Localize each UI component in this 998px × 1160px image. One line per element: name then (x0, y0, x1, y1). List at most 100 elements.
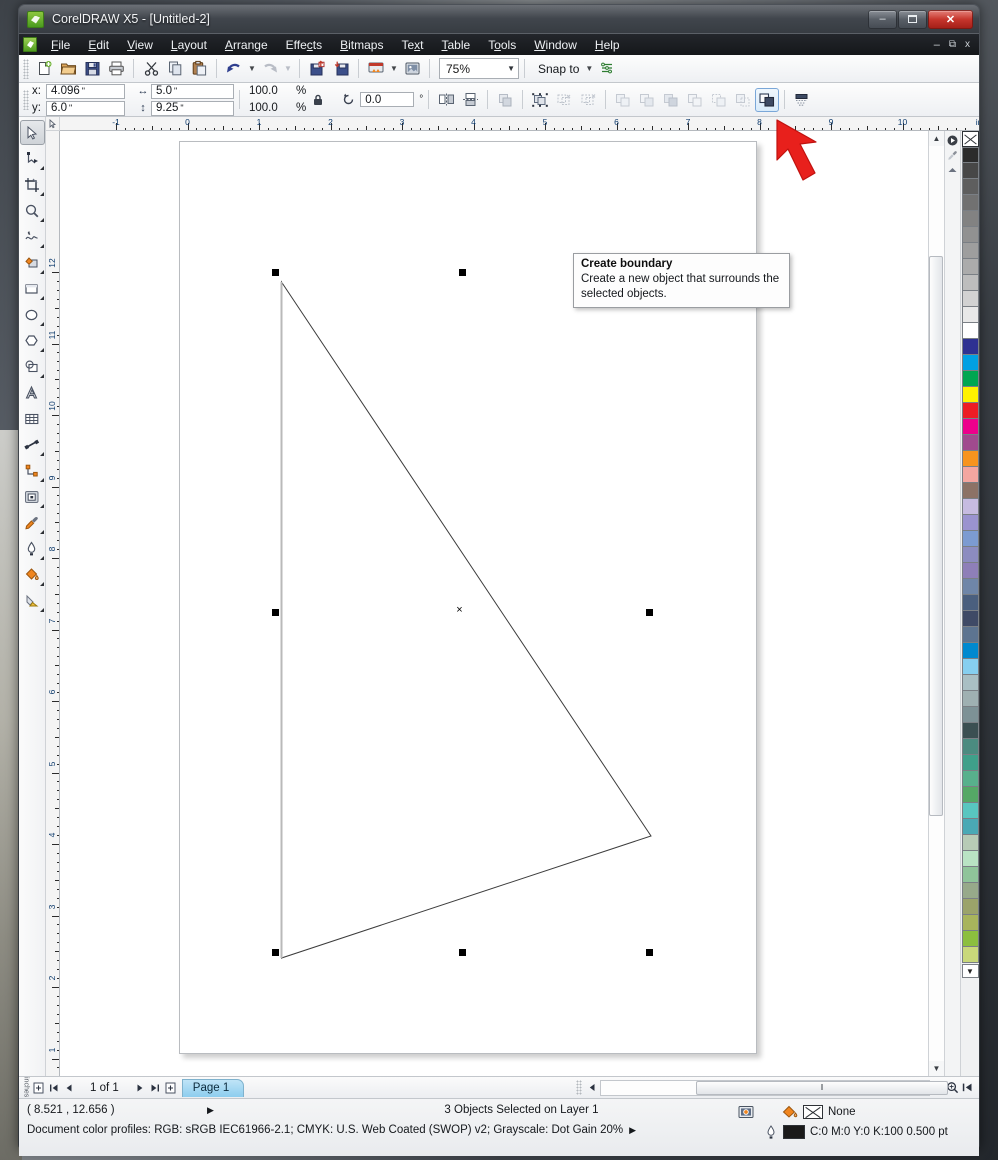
lock-ratio-icon[interactable] (306, 88, 330, 112)
fill-bucket-icon[interactable] (782, 1105, 798, 1120)
palette-swatch[interactable] (962, 211, 979, 227)
menu-item-layout[interactable]: Layout (162, 36, 216, 54)
menu-item-file[interactable]: File (42, 36, 79, 54)
add-page-before-button[interactable] (31, 1079, 46, 1097)
palette-swatch[interactable] (962, 675, 979, 691)
palette-swatch[interactable] (962, 659, 979, 675)
doc-minimize-button[interactable]: – (934, 39, 940, 51)
palette-swatch[interactable] (962, 611, 979, 627)
palette-swatch[interactable] (962, 851, 979, 867)
fill-color-swatch[interactable] (803, 1105, 823, 1119)
next-page-button[interactable] (133, 1079, 148, 1097)
options-icon[interactable] (595, 57, 619, 81)
vertical-scroll-track[interactable] (929, 146, 944, 1061)
property-bar-grip[interactable] (23, 90, 29, 110)
to-front-icon[interactable] (493, 88, 517, 112)
crop-tool[interactable] (20, 172, 45, 197)
dimension-tool[interactable] (20, 432, 45, 457)
menu-item-table[interactable]: Table (433, 36, 480, 54)
pick-tool[interactable] (20, 120, 45, 145)
application-launcher-icon[interactable] (364, 57, 388, 81)
chevron-down-icon[interactable]: ▼ (507, 59, 515, 78)
palette-swatch[interactable] (962, 595, 979, 611)
boundary-outline-icon[interactable] (731, 88, 755, 112)
horizontal-scroll-grip[interactable] (576, 1080, 582, 1095)
boundary-variant-icon[interactable] (683, 88, 707, 112)
palette-swatch[interactable] (962, 787, 979, 803)
zoom-level-combo[interactable]: 75% ▼ (439, 58, 519, 79)
palette-swatch[interactable] (962, 467, 979, 483)
shape-tool[interactable] (20, 146, 45, 171)
basic-shapes-tool[interactable] (20, 354, 45, 379)
scale-h-input[interactable]: 100.0 (245, 84, 292, 99)
outline-color-swatch[interactable] (783, 1125, 805, 1139)
front-minus-back-icon[interactable] (635, 88, 659, 112)
palette-scroll-top-icon[interactable] (946, 163, 960, 178)
selection-handle-e[interactable] (646, 609, 653, 616)
mirror-horizontal-icon[interactable] (434, 88, 458, 112)
palette-swatch[interactable] (962, 547, 979, 563)
palette-swatch[interactable] (962, 355, 979, 371)
close-button[interactable]: ✕ (928, 10, 973, 29)
palette-swatch[interactable] (962, 227, 979, 243)
interactive-fill-tool[interactable] (20, 588, 45, 613)
add-page-after-button[interactable] (163, 1079, 178, 1097)
menu-item-edit[interactable]: Edit (79, 36, 118, 54)
palette-eyedropper-icon[interactable] (946, 148, 960, 163)
palette-swatch[interactable] (962, 915, 979, 931)
palette-swatch[interactable] (962, 515, 979, 531)
undo-icon[interactable] (222, 57, 246, 81)
scale-v-input[interactable]: 100.0 (245, 101, 292, 116)
freehand-tool[interactable] (20, 224, 45, 249)
palette-swatch[interactable] (962, 243, 979, 259)
palette-scroll-down-icon[interactable]: ▼ (962, 964, 979, 978)
simplify-icon[interactable] (611, 88, 635, 112)
doc-restore-button[interactable]: ⧉ (949, 39, 956, 50)
vertical-scrollbar[interactable]: ▲ ▼ (928, 131, 944, 1076)
height-input[interactable]: 9.25 " (151, 101, 234, 116)
previous-page-button[interactable] (61, 1079, 76, 1097)
palette-scroll-up-icon[interactable] (946, 133, 960, 148)
palette-swatch[interactable] (962, 275, 979, 291)
connector-tool[interactable] (20, 458, 45, 483)
page-tab-page-1[interactable]: Page 1 (182, 1079, 244, 1097)
text-tool[interactable] (20, 380, 45, 405)
ruler-origin-corner[interactable] (46, 117, 60, 131)
horizontal-scroll-thumb[interactable]: ‖ (696, 1081, 948, 1095)
menu-item-help[interactable]: Help (586, 36, 629, 54)
blend-tool[interactable] (20, 484, 45, 509)
palette-swatch[interactable] (962, 451, 979, 467)
width-input[interactable]: 5.0 " (151, 84, 234, 99)
triangle-outline[interactable] (60, 131, 928, 1066)
table-tool[interactable] (20, 406, 45, 431)
palette-swatch[interactable] (962, 147, 979, 163)
snap-to-dropdown-arrow[interactable]: ▼ (583, 57, 595, 81)
redo-dropdown-arrow[interactable]: ▼ (282, 57, 294, 81)
mirror-vertical-icon[interactable] (458, 88, 482, 112)
weld-icon[interactable] (528, 88, 552, 112)
horizontal-ruler[interactable]: -1012345678910inches (60, 117, 979, 131)
palette-swatch[interactable] (962, 419, 979, 435)
cut-icon[interactable] (139, 57, 163, 81)
palette-swatch[interactable] (962, 835, 979, 851)
outline-tool[interactable] (20, 536, 45, 561)
horizontal-scrollbar[interactable]: ‖ (600, 1080, 930, 1096)
no-color-swatch[interactable] (962, 131, 979, 147)
palette-swatch[interactable] (962, 499, 979, 515)
outline-pen-icon[interactable] (764, 1125, 778, 1140)
palette-swatch[interactable] (962, 803, 979, 819)
palette-swatch[interactable] (962, 163, 979, 179)
doc-close-button[interactable]: x (965, 39, 970, 50)
menu-item-text[interactable]: Text (392, 36, 432, 54)
selection-handle-nw[interactable] (272, 269, 279, 276)
palette-swatch[interactable] (962, 755, 979, 771)
palette-swatch[interactable] (962, 899, 979, 915)
palette-swatch[interactable] (962, 771, 979, 787)
palette-swatch[interactable] (962, 643, 979, 659)
x-position-input[interactable]: 4.096 " (46, 84, 125, 99)
palette-swatch[interactable] (962, 931, 979, 947)
last-page-button[interactable] (148, 1079, 163, 1097)
print-icon[interactable] (104, 57, 128, 81)
palette-swatch[interactable] (962, 739, 979, 755)
ellipse-tool[interactable] (20, 302, 45, 327)
